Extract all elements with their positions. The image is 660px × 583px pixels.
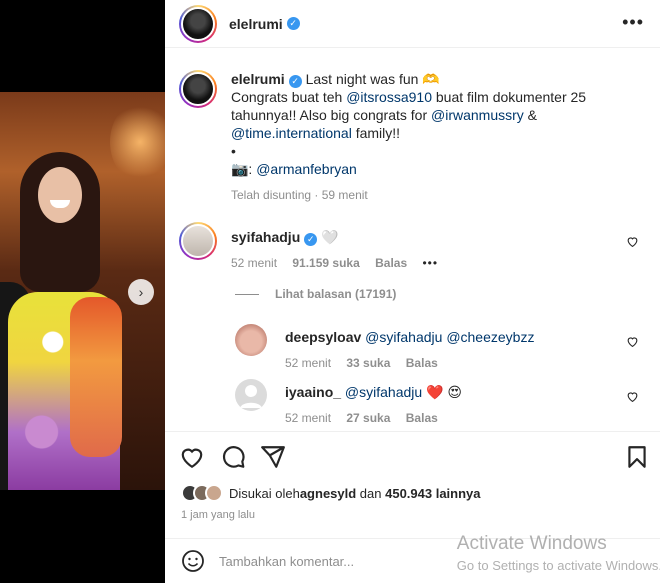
watermark-title: Activate Windows [456, 533, 607, 554]
action-bar [165, 431, 660, 481]
commenter-avatar[interactable] [179, 222, 217, 260]
mention-link[interactable]: @armanfebryan [256, 161, 357, 177]
edited-label: Telah disunting [231, 188, 312, 202]
post-caption: elelrumi ✓ Last night was fun 🫶 Congrats … [179, 70, 649, 204]
comment-item: syifahadju ✓ 🤍 52 menit 91.159 suka Balas… [179, 222, 649, 270]
reply-meta: 52 menit 33 suka Balas [285, 356, 649, 370]
like-reply-icon[interactable] [626, 390, 639, 403]
comment-username[interactable]: syifahadju [231, 229, 300, 245]
mention-link[interactable]: @cheezeybzz [446, 329, 534, 345]
reply-username[interactable]: deepsyloav [285, 329, 361, 345]
reply-time: 52 menit [285, 411, 332, 425]
reply-likes[interactable]: 27 suka [346, 411, 390, 425]
verified-icon: ✓ [286, 17, 300, 30]
reply-avatar[interactable] [235, 324, 267, 356]
chevron-right-icon: › [138, 284, 144, 300]
view-replies-label: Lihat balasan (17191) [275, 287, 397, 301]
mention-link[interactable]: @syifahadju [345, 384, 422, 400]
like-comment-icon[interactable] [626, 235, 639, 248]
likes-mid: dan [356, 485, 386, 501]
reply-item: iyaaino_ @syifahadju ❤️ 😍 52 menit 27 su… [235, 379, 649, 425]
divider [235, 293, 259, 295]
view-replies-button[interactable]: Lihat balasan (17191) [235, 287, 396, 301]
caption-meta: Telah disunting · 59 menit [231, 186, 649, 204]
more-options-icon[interactable]: ••• [622, 12, 644, 33]
reply-time: 52 menit [285, 356, 332, 370]
reply-meta: 52 menit 27 suka Balas [285, 411, 649, 425]
comment-icon[interactable] [220, 444, 246, 470]
woman-face [38, 167, 82, 223]
floral-sleeve [70, 297, 122, 457]
post-header: elelrumi ✓ ••• [165, 0, 660, 48]
comment-text: 🤍 [321, 229, 339, 245]
mention-link[interactable]: @itsrossa910 [346, 89, 432, 105]
reply-button[interactable]: Balas [406, 356, 438, 370]
caption-text: & [523, 107, 538, 123]
likes-summary: Disukai oleh agnesyld dan 450.943 lainny… [181, 484, 481, 502]
comment-time: 52 menit [231, 256, 278, 270]
windows-activation-watermark: Activate Windows Go to Settings to activ… [457, 533, 660, 577]
comment-meta: 52 menit 91.159 suka Balas ••• [231, 256, 649, 270]
caption-avatar[interactable] [179, 70, 217, 108]
reply-button[interactable]: Balas [406, 411, 438, 425]
caption-text: Congrats buat teh [231, 89, 347, 105]
carousel-next-button[interactable]: › [128, 279, 154, 305]
post-timestamp: 1 jam yang lalu [181, 509, 255, 521]
like-icon[interactable] [179, 444, 205, 470]
reply-text: ❤️ 😍 [422, 384, 462, 400]
likes-user[interactable]: agnesyld [300, 486, 356, 501]
author-avatar[interactable] [179, 4, 217, 43]
caption-line1: Last night was fun 🫶 [305, 71, 440, 87]
post-panel: elelrumi ✓ ••• elelrumi ✓ Last night was … [165, 0, 660, 583]
caption-time: 59 menit [321, 188, 368, 202]
separator: · [311, 188, 322, 202]
mention-link[interactable]: @irwanmussry [431, 107, 524, 123]
caption-text: family!! [351, 125, 401, 141]
save-icon[interactable] [624, 444, 650, 470]
like-reply-icon[interactable] [626, 335, 639, 348]
emoji-icon[interactable] [181, 549, 205, 573]
caption-username[interactable]: elelrumi [231, 71, 285, 87]
comment-likes[interactable]: 91.159 suka [292, 256, 359, 270]
reply-item: deepsyloav @syifahadju @cheezeybzz 52 me… [235, 324, 649, 370]
author-username[interactable]: elelrumi [229, 16, 283, 32]
share-icon[interactable] [260, 444, 286, 470]
likes-count[interactable]: 450.943 lainnya [385, 486, 480, 501]
background-light [110, 102, 165, 182]
comments-section: elelrumi ✓ Last night was fun 🫶 Congrats … [165, 48, 660, 430]
verified-icon: ✓ [288, 75, 302, 88]
watermark-subtitle: Go to Settings to activate Windows. [456, 558, 660, 573]
likes-prefix: Disukai oleh [229, 485, 300, 501]
default-avatar-icon[interactable] [235, 379, 267, 411]
liker-avatar [205, 484, 223, 502]
reply-username[interactable]: iyaaino_ [285, 384, 341, 400]
reply-button[interactable]: Balas [375, 256, 407, 270]
caption-bullet: • [231, 143, 236, 159]
camera-credit: 📷: [231, 161, 257, 177]
mention-link[interactable]: @syifahadju [365, 329, 442, 345]
post-media: › [0, 0, 165, 583]
verified-icon: ✓ [304, 233, 318, 246]
reply-likes[interactable]: 33 suka [346, 356, 390, 370]
mention-link[interactable]: @time.international [231, 125, 352, 141]
comment-more-icon[interactable]: ••• [422, 256, 438, 270]
